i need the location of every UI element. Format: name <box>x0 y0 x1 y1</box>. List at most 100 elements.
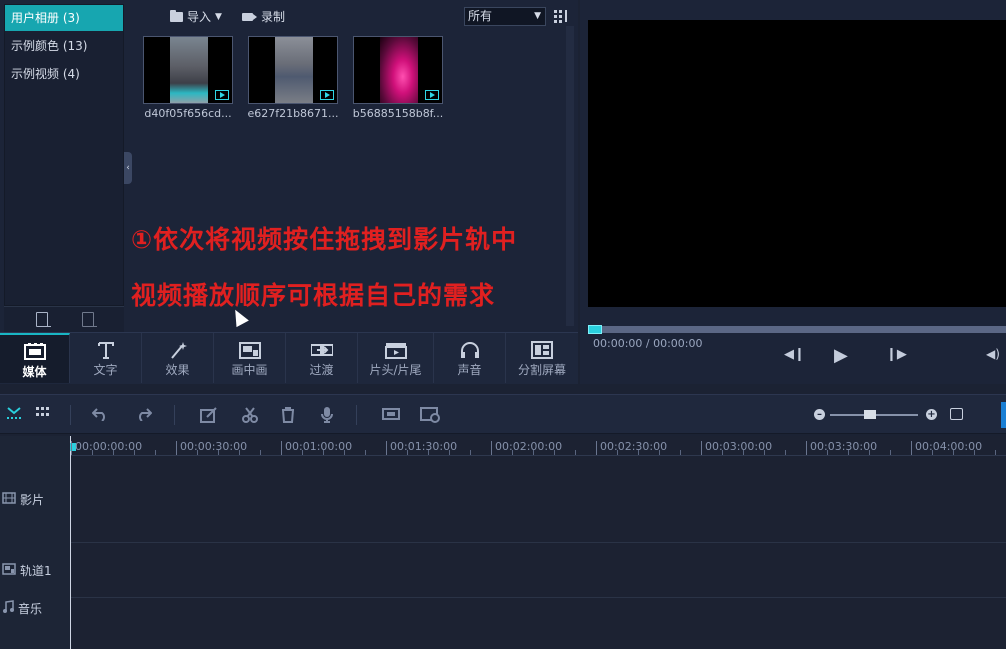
camera-icon <box>242 13 257 21</box>
ruler-tick <box>743 450 744 455</box>
record-button[interactable]: 录制 <box>242 8 285 26</box>
ruler-tick <box>491 441 492 455</box>
overlay-track-row[interactable] <box>71 543 1006 598</box>
tab-intro-outro[interactable]: 片头/片尾 <box>358 333 434 383</box>
magic-wand-icon <box>167 341 189 359</box>
fit-timeline-icon[interactable] <box>950 408 963 420</box>
zoom-in-icon[interactable]: + <box>926 409 937 420</box>
tab-label: 片头/片尾 <box>369 363 422 377</box>
edit-icon[interactable] <box>200 407 218 426</box>
library-toolbar: 导入 ▼ 录制 所有 ▼ <box>132 4 578 28</box>
album-user[interactable]: 用户相册 (3) <box>5 5 123 31</box>
play-icon[interactable]: ▶ <box>834 345 848 366</box>
tab-label: 画中画 <box>231 363 268 377</box>
video-badge-icon <box>320 90 334 100</box>
ruler-label: 00:02:30:00 <box>600 440 668 453</box>
ruler-tick <box>260 450 261 455</box>
timeline-ruler[interactable]: 00:00:00:00 00:00:30:00 00:01:00:00 00:01:3… <box>70 436 1006 456</box>
ruler-tick <box>344 450 345 455</box>
zoom-out-icon[interactable]: – <box>814 409 825 420</box>
ruler-label: 00:00:30:00 <box>180 440 248 453</box>
import-label: 导入 <box>187 10 212 24</box>
volume-icon[interactable]: ◀) <box>986 347 1000 361</box>
video-track-row[interactable] <box>71 457 1006 543</box>
tab-pip[interactable]: 画中画 <box>214 333 286 383</box>
collapse-sidebar-handle[interactable]: ‹ <box>124 152 132 184</box>
playback-progress-handle[interactable] <box>588 325 602 334</box>
folder-icon <box>170 10 183 22</box>
playback-progress-track[interactable] <box>588 326 1006 333</box>
record-label: 录制 <box>261 10 286 24</box>
track-head-video[interactable]: 影片 <box>2 491 44 508</box>
zoom-slider-knob[interactable] <box>863 410 876 419</box>
add-album-icon[interactable] <box>36 312 51 327</box>
library-scrollbar[interactable] <box>566 26 574 326</box>
trash-icon[interactable] <box>281 407 295 426</box>
tab-text[interactable]: 文字 <box>70 333 142 383</box>
tab-effects[interactable]: 效果 <box>142 333 214 383</box>
album-sample-colors[interactable]: 示例颜色 (13) <box>5 33 123 59</box>
ruler-tick <box>176 441 177 455</box>
headphones-icon <box>459 341 481 359</box>
undo-icon[interactable] <box>91 407 108 424</box>
ruler-tick <box>827 450 828 455</box>
ruler-tick <box>764 450 765 455</box>
ruler-label: 00:03:30:00 <box>810 440 878 453</box>
tab-sound[interactable]: 声音 <box>434 333 506 383</box>
timeline-area[interactable]: 00:00:00:00 00:00:30:00 00:01:00:00 00:01:3… <box>70 436 1006 649</box>
tab-transition[interactable]: 过渡 <box>286 333 358 383</box>
filter-value: 所有 <box>468 9 493 23</box>
ruler-tick <box>218 450 219 455</box>
ruler-tick <box>239 450 240 455</box>
music-track-row[interactable] <box>71 598 1006 649</box>
media-thumbnail[interactable] <box>248 36 338 104</box>
tab-media[interactable]: 媒体 <box>0 333 70 383</box>
transition-icon <box>309 341 334 359</box>
album-list: 用户相册 (3) 示例颜色 (13) 示例视频 (4) <box>4 4 124 306</box>
microphone-icon[interactable] <box>320 407 334 426</box>
clapper-icon <box>384 341 407 359</box>
ruler-tick <box>281 441 282 455</box>
grid-view-icon[interactable] <box>36 407 50 422</box>
tab-split-screen[interactable]: 分割屏幕 <box>506 333 578 383</box>
media-filter-select[interactable]: 所有 ▼ <box>464 7 546 26</box>
ruler-tick <box>575 450 576 455</box>
chevron-down-icon: ▼ <box>534 11 541 21</box>
media-library-panel: 用户相册 (3) 示例颜色 (13) 示例视频 (4) ‹ 导入 ▼ 录制 所有… <box>0 0 578 332</box>
timeline-toolbar: – + <box>0 394 1006 434</box>
album-list-footer <box>4 306 124 332</box>
scissors-icon[interactable] <box>242 407 258 426</box>
ruler-tick <box>197 450 198 455</box>
ruler-tick <box>806 441 807 455</box>
ruler-label: 00:04:00:00 <box>915 440 983 453</box>
view-options-icon[interactable] <box>554 9 570 25</box>
next-frame-icon[interactable]: ❙▶ <box>886 347 907 362</box>
track-head-overlay[interactable]: 轨道1 <box>2 562 52 579</box>
import-button[interactable]: 导入 ▼ <box>170 8 222 26</box>
remove-album-icon[interactable] <box>82 312 97 327</box>
track-headers: 影片 轨道1 音乐 <box>0 436 70 649</box>
redo-icon[interactable] <box>136 407 153 424</box>
preview-panel: 00:00:00 / 00:00:00 ◀❙ ▶ ❙▶ ◀) <box>580 0 1006 384</box>
tab-label: 媒体 <box>22 365 47 379</box>
preview-screen[interactable] <box>588 20 1006 307</box>
previous-frame-icon[interactable]: ◀❙ <box>784 347 805 362</box>
ruler-tick <box>974 450 975 455</box>
ruler-tick <box>470 450 471 455</box>
tab-label: 效果 <box>165 363 190 377</box>
thumbnail-label: d40f05f656cd... <box>144 107 232 120</box>
storyboard-icon[interactable] <box>6 405 22 424</box>
render-icon[interactable] <box>420 407 440 426</box>
ruler-tick <box>386 441 387 455</box>
media-thumbnail[interactable] <box>143 36 233 104</box>
media-thumbnail[interactable] <box>353 36 443 104</box>
panel-accent <box>1001 402 1006 428</box>
ruler-tick <box>113 450 114 455</box>
media-tab-bar: 媒体 文字 效果 画中画 过渡 片头/片尾 声音 分割屏幕 <box>0 332 578 384</box>
ruler-tick <box>407 450 408 455</box>
tab-label: 过渡 <box>309 363 334 377</box>
album-sample-videos[interactable]: 示例视频 (4) <box>5 61 123 87</box>
crop-icon[interactable] <box>382 407 400 424</box>
track-head-music[interactable]: 音乐 <box>2 600 42 617</box>
ruler-tick <box>323 450 324 455</box>
